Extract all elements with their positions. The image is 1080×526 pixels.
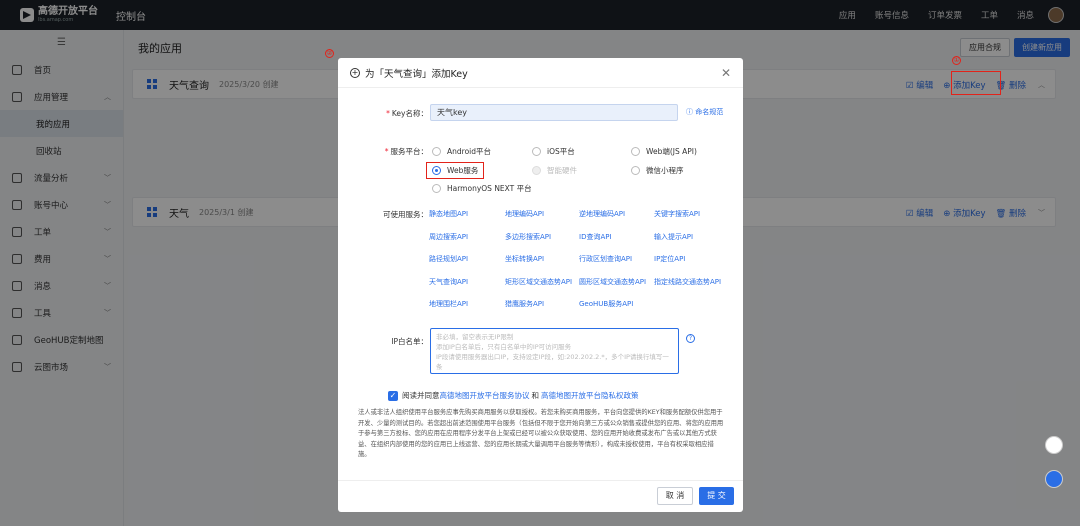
naming-rule-text: 命名规范	[695, 108, 724, 116]
ip-whitelist-label: IP白名单：	[391, 337, 428, 346]
api-link[interactable]: 关键字搜索API	[654, 209, 700, 219]
api-link[interactable]: 地理编码API	[505, 209, 544, 219]
radio-label: 智能硬件	[547, 166, 577, 175]
radio-dot	[532, 147, 541, 156]
modal-title: 为「天气查询」添加Key	[365, 68, 468, 80]
key-name-label: * Key名称：	[386, 109, 428, 118]
api-link[interactable]: 猎鹰服务API	[505, 299, 544, 309]
api-link[interactable]: 静态地图API	[429, 209, 468, 219]
radio-web-js[interactable]: Web端(JS API)	[631, 146, 697, 157]
radio-label: Web端(JS API)	[646, 147, 697, 156]
service-agreement-link[interactable]: 高德地图开放平台服务协议	[440, 390, 530, 401]
ip-whitelist-textarea[interactable]: 非必填，留空表示无IP限制 添加IP白名单后，只有白名单中的IP可访问服务 IP…	[430, 328, 679, 374]
radio-dot	[432, 184, 441, 193]
help-icon[interactable]: ?	[686, 334, 695, 343]
radio-label: iOS平台	[547, 147, 575, 156]
modal-footer: 取 消 提 交	[338, 480, 743, 512]
modal-header: + 为「天气查询」添加Key	[338, 58, 743, 88]
radio-dot	[432, 147, 441, 156]
agreement-row: ✓ 阅读并同意 高德地图开放平台服务协议 和 高德地图开放平台隐私权政策	[388, 390, 639, 401]
api-link[interactable]: 坐标转换API	[505, 254, 544, 264]
api-link[interactable]: 路径规划API	[429, 254, 468, 264]
ip-placeholder: 非必填，留空表示无IP限制 添加IP白名单后，只有白名单中的IP可访问服务 IP…	[436, 333, 669, 371]
radio-label: HarmonyOS NEXT 平台	[447, 184, 532, 193]
add-key-modal: + 为「天气查询」添加Key ✕ * Key名称： 天气key ⓘ 命名规范 * 服…	[338, 58, 743, 512]
legal-notice: 法人或非法人组织使用平台服务应事先购买商用服务以获取授权。若您未购买商用服务，平…	[358, 409, 724, 458]
radio-ios[interactable]: iOS平台	[532, 146, 575, 157]
api-link[interactable]: 周边搜索API	[429, 232, 468, 242]
assistant-avatar-icon[interactable]	[1045, 470, 1063, 488]
api-link[interactable]: 圆形区域交通态势API	[579, 277, 646, 287]
agreement-checkbox[interactable]: ✓	[388, 390, 398, 401]
api-link[interactable]: 输入提示API	[654, 232, 693, 242]
radio-android[interactable]: Android平台	[432, 146, 491, 157]
lightbulb-icon[interactable]	[1045, 436, 1063, 454]
api-link[interactable]: GeoHUB服务API	[579, 299, 633, 309]
api-link[interactable]: 多边形搜索API	[505, 232, 551, 242]
api-link[interactable]: 行政区划查询API	[579, 254, 632, 264]
cancel-button[interactable]: 取 消	[657, 487, 693, 505]
plus-circle-icon: +	[350, 67, 360, 78]
services-label: 可使用服务：	[383, 210, 428, 219]
privacy-policy-link[interactable]: 高德地图开放平台隐私权政策	[541, 390, 639, 401]
key-name-label-text: Key名称：	[391, 109, 428, 118]
annotation-box-web-service	[426, 162, 484, 179]
key-name-input[interactable]: 天气key	[430, 104, 678, 121]
submit-button[interactable]: 提 交	[699, 487, 734, 505]
api-link[interactable]: 矩形区域交通态势API	[505, 277, 572, 287]
naming-rule-link[interactable]: ⓘ 命名规范	[686, 107, 723, 117]
api-link[interactable]: IP定位API	[654, 254, 685, 264]
radio-dot	[631, 147, 640, 156]
radio-smart-hardware: 智能硬件	[532, 165, 577, 176]
radio-dot	[532, 166, 541, 175]
api-link[interactable]: 地理围栏API	[429, 299, 468, 309]
radio-label: 微信小程序	[646, 166, 684, 175]
annotation-box-add-key	[951, 71, 1001, 95]
platform-label-text: 服务平台：	[390, 147, 429, 156]
agree-and: 和	[531, 391, 540, 400]
radio-dot	[631, 166, 640, 175]
agree-prefix: 阅读并同意	[402, 391, 440, 400]
radio-wechat-miniprogram[interactable]: 微信小程序	[631, 165, 684, 176]
api-link[interactable]: 天气查询API	[429, 277, 468, 287]
radio-harmonyos[interactable]: HarmonyOS NEXT 平台	[432, 183, 532, 194]
close-icon[interactable]: ✕	[721, 66, 731, 80]
api-link[interactable]: 逆地理编码API	[579, 209, 625, 219]
api-link[interactable]: 指定线路交通态势API	[654, 277, 721, 287]
platform-label: * 服务平台：	[384, 147, 429, 156]
annotation-number-1: ①	[952, 56, 961, 65]
api-link[interactable]: ID查询API	[579, 232, 612, 242]
radio-label: Android平台	[447, 147, 491, 156]
annotation-number-2: ②	[325, 49, 334, 58]
